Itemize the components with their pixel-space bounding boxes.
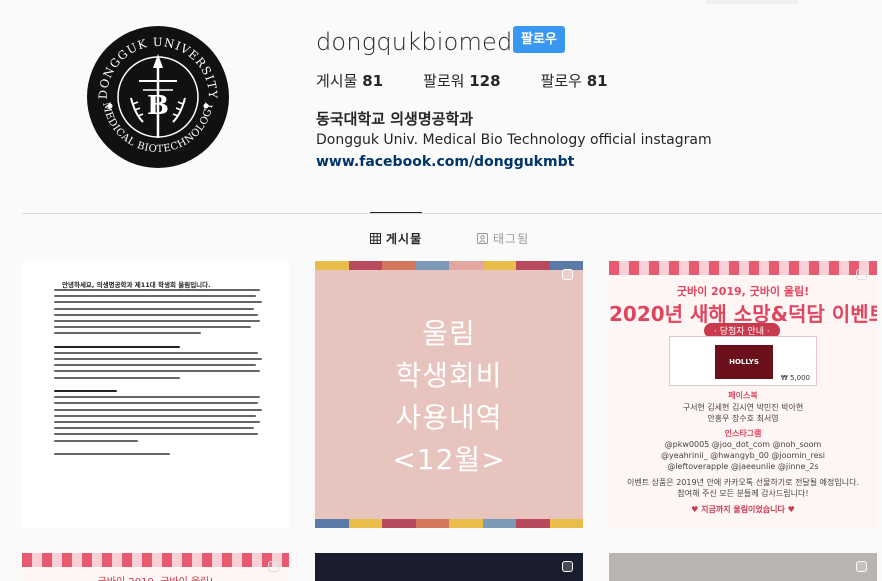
stat-posts: 게시물 81: [316, 70, 383, 91]
post-2-bottom-stripe: [315, 519, 583, 528]
post-thumbnail-4[interactable]: 굿바이 2019, 굿바이 울림!: [22, 553, 289, 581]
stat-followers[interactable]: 팔로워 128: [423, 70, 501, 91]
post-4-banner: [22, 553, 289, 567]
post-1-title: 안녕하세요, 의생명공학과 제11대 학생회 울림입니다.: [62, 281, 211, 289]
post-thumbnail-5[interactable]: [315, 553, 583, 581]
post-2-top-stripe: [315, 261, 583, 270]
tab-posts-label: 게시물: [386, 232, 423, 246]
hollys-logo: HOLLYS COFFEE: [715, 345, 773, 400]
active-tab-indicator: [370, 212, 422, 213]
grid-icon: [370, 233, 381, 244]
profile-avatar[interactable]: DONGGUK UNIVERSITY MEDICAL BIOTECHNOLOGY…: [87, 26, 229, 168]
profile-link[interactable]: www.facebook.com/donggukmbt: [316, 154, 574, 170]
stat-following-label: 팔로우: [540, 72, 582, 90]
multi-photo-icon: [856, 561, 867, 572]
post-3-gift-card: HOLLYS COFFEE ₩ 5,000: [669, 336, 817, 400]
stat-posts-count: 81: [362, 72, 384, 90]
post-3-banner: [609, 261, 877, 275]
tag-icon: [477, 233, 488, 244]
profile-stats: 게시물 81 팔로워 128 팔로우 81: [316, 70, 648, 91]
follow-button[interactable]: 팔로우: [513, 26, 565, 53]
post-3-facebook-label: 페이스북: [728, 391, 758, 400]
post-4-title: 굿바이 2019, 굿바이 울림!: [22, 573, 289, 581]
post-thumbnail-6[interactable]: [609, 553, 877, 581]
profile-bio: Dongguk Univ. Medical Bio Technology off…: [316, 132, 712, 148]
stat-followers-label: 팔로워: [423, 72, 465, 90]
multi-photo-icon: [562, 269, 573, 280]
tab-posts[interactable]: 게시물: [370, 230, 422, 247]
post-3-instagram-label: 인스타그램: [724, 429, 762, 438]
multi-photo-icon: [856, 269, 867, 280]
profile-full-name: 동국대학교 의생명공학과: [316, 110, 474, 128]
post-3-fb-winners-2: 안홍우 장수호 최서영: [707, 414, 779, 423]
stat-posts-label: 게시물: [316, 72, 358, 90]
stat-followers-count: 128: [469, 72, 501, 90]
stat-following[interactable]: 팔로우 81: [541, 70, 608, 91]
tab-tagged-label: 태그됨: [493, 232, 530, 246]
post-3-fb-winners-1: 구서현 김세현 김시연 박민진 박아현: [682, 403, 804, 412]
post-thumbnail-2[interactable]: 울림 학생회비 사용내역 <12월>: [315, 261, 583, 528]
post-thumbnail-3[interactable]: 굿바이 2019, 굿바이 울림! 2020년 새해 소망&덕담 이벤트 · 당…: [609, 261, 877, 528]
tab-tagged[interactable]: 태그됨: [477, 230, 529, 247]
profile-username: dongqukbiomed: [316, 28, 513, 56]
top-bar-fragment: [706, 0, 798, 4]
svg-text:B: B: [147, 91, 169, 121]
post-3-notice-2: 참여해 주신 모든 분들께 감사드립니다!: [677, 489, 809, 498]
post-3-ig-winners-3: @leftoverapple @jaeeunlie @jinne_2s: [667, 462, 819, 471]
post-3-subtitle: 굿바이 2019, 굿바이 울림!: [676, 285, 810, 298]
post-thumbnail-1[interactable]: 안녕하세요, 의생명공학과 제11대 학생회 울림입니다.: [22, 261, 289, 528]
post-3-ig-winners-2: @yeahrinii_ @hwangyb_00 @joomin_resi: [661, 451, 825, 460]
post-1-body-text: [54, 289, 264, 459]
post-3-notice-1: 이벤트 상품은 2019년 안에 카카오톡 선물하기로 전달될 예정입니다.: [626, 478, 860, 487]
post-2-text: 울림 학생회비 사용내역 <12월>: [392, 317, 506, 476]
tabs-divider: [22, 213, 882, 214]
multi-photo-icon: [562, 561, 573, 572]
multi-photo-icon: [268, 561, 279, 572]
post-3-ig-winners-1: @pkw0005 @joo_dot_com @noh_soom: [664, 440, 822, 449]
stat-following-count: 81: [586, 72, 608, 90]
gift-price: ₩ 5,000: [780, 374, 810, 382]
post-3-footer: ♥ 지금까지 울림이었습니다 ♥: [691, 505, 795, 514]
